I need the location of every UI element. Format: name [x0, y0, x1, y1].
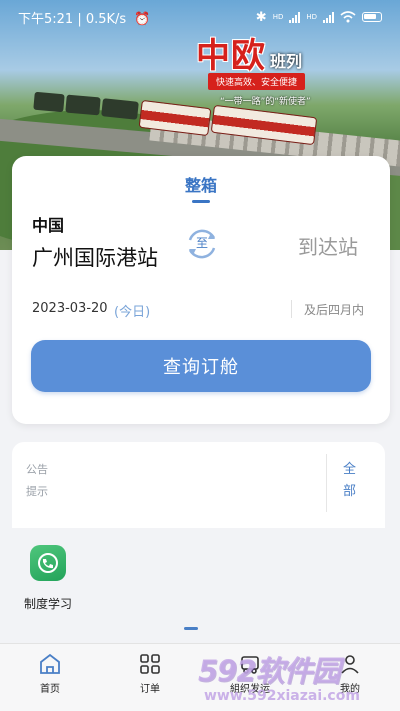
battery-icon: [362, 12, 382, 22]
page-indicator: [184, 627, 198, 630]
booking-card: 整箱 中国 广州国际港站 至 到达站 2023-03-20 (今日) 及后四月内…: [12, 156, 390, 424]
notice-subtitle: 提示: [26, 485, 48, 498]
tab-indicator: [192, 200, 210, 203]
notice-all-link[interactable]: 全部: [343, 459, 359, 503]
notice-title: 公告: [26, 463, 48, 476]
brand-logo: 中欧 班列: [196, 28, 302, 77]
swap-label: 至: [196, 236, 209, 250]
slogan-subtitle: “一带一路”的“新使者”: [220, 97, 311, 107]
alarm-icon: ⏰: [134, 11, 151, 27]
notice-panel[interactable]: 公告 提示 全部: [12, 442, 385, 528]
function-label: 制度学习: [23, 597, 72, 611]
origin-station[interactable]: 广州国际港站: [32, 242, 158, 272]
divider: [326, 454, 327, 512]
date-today-hint: (今日): [114, 305, 151, 320]
brand-title: 中欧: [196, 36, 266, 76]
date-range[interactable]: 及后四月内: [304, 301, 364, 318]
nav-label: 首页: [40, 684, 60, 695]
destination-station[interactable]: 到达站: [298, 231, 358, 260]
status-time-text: 下午5:21 | 0.5K/s: [18, 11, 127, 27]
divider: [291, 300, 292, 318]
phone-icon: [30, 545, 66, 581]
signal-icon: [289, 11, 301, 23]
status-bar: 下午5:21 | 0.5K/s ⏰ ✱ HD HD: [0, 0, 400, 34]
bluetooth-icon: ✱: [255, 9, 267, 25]
status-icons: ✱ HD HD: [256, 10, 382, 25]
departure-date[interactable]: 2023-03-20: [32, 301, 108, 316]
nav-item-home[interactable]: 首页: [0, 644, 100, 711]
function-grid: 制度学习: [0, 533, 400, 643]
watermark-url: www.592xiazai.com: [204, 688, 360, 704]
train-car: [65, 94, 101, 116]
origin-country[interactable]: 中国: [32, 212, 64, 236]
network-label-1: HD: [272, 13, 284, 21]
train-car: [33, 91, 65, 113]
brand-title-suffix: 班列: [270, 52, 303, 71]
status-time: 下午5:21 | 0.5K/s ⏰: [18, 8, 151, 27]
signal-icon: [323, 11, 334, 23]
home-icon: [40, 653, 60, 674]
train-car: [101, 98, 139, 120]
network-label-2: HD: [306, 13, 317, 21]
watermark-main: 592软件园: [198, 654, 341, 688]
slogan-badge: 快速高效、安全便捷: [208, 73, 306, 90]
nav-label: 订单: [140, 684, 160, 695]
query-booking-button[interactable]: 查询订舱: [31, 340, 371, 392]
grid-icon: [140, 654, 160, 674]
function-item[interactable]: 制度学习: [14, 545, 82, 612]
tab-full-container[interactable]: 整箱: [12, 172, 390, 196]
nav-item-orders[interactable]: 订单: [100, 644, 200, 711]
wifi-icon: [340, 11, 356, 23]
watermark: 592软件园 www.592xiazai.com: [196, 648, 396, 708]
